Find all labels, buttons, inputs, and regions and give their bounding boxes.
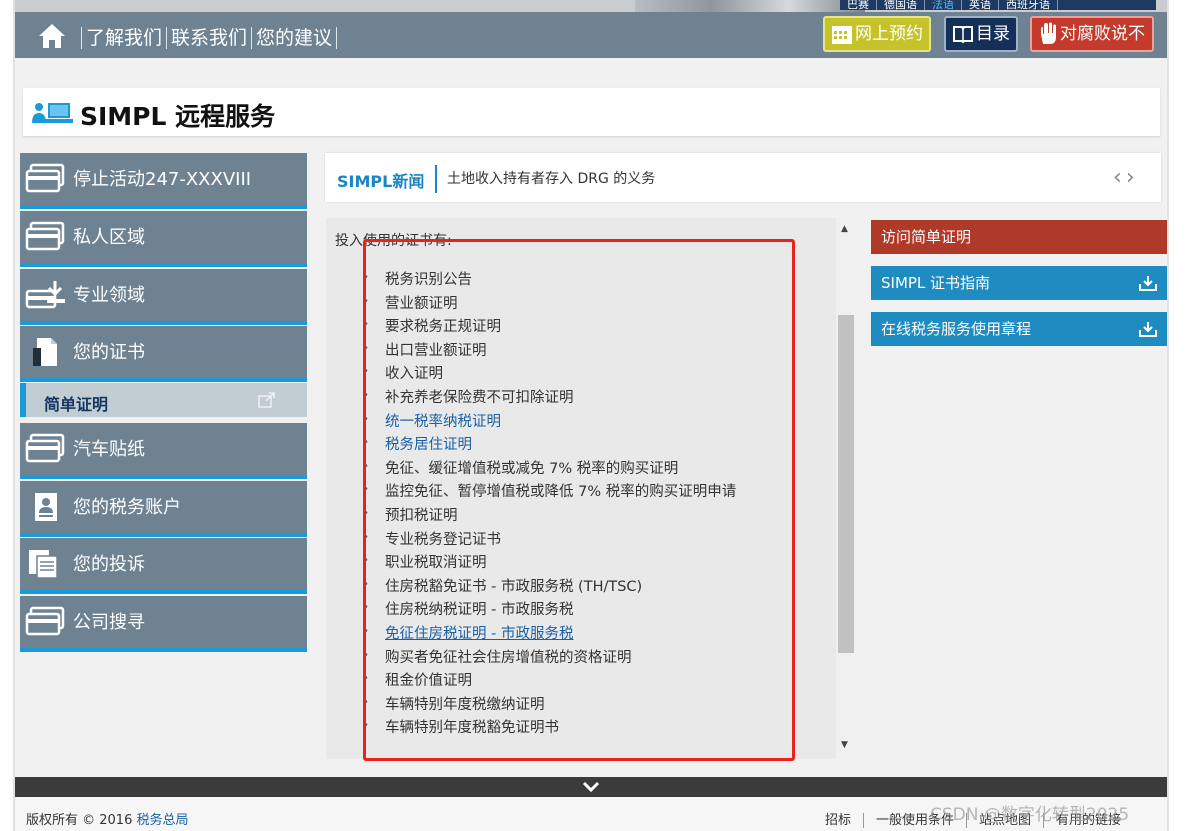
org-link[interactable]: 税务总局	[137, 813, 189, 828]
copyright-text: 版权所有 © 2016	[26, 813, 133, 828]
right-menu-label: SIMPL 证书指南	[881, 274, 991, 292]
sidebar-item-label: 您的税务账户	[73, 497, 181, 518]
page-title: SIMPL 远程服务	[80, 102, 276, 131]
lang-link[interactable]: 德国语	[877, 0, 925, 10]
sidebar-item-company-search[interactable]: 公司搜寻	[20, 596, 307, 652]
directory-label: 目录	[976, 24, 1010, 44]
sidebar-item-professional[interactable]: 专业领域	[20, 269, 307, 325]
active-indicator	[20, 383, 26, 417]
calendar-icon	[832, 26, 852, 44]
scrollbar-thumb[interactable]	[838, 315, 854, 653]
lang-link[interactable]: 巴赛	[840, 0, 877, 10]
sidebar-item-certificates[interactable]: 您的证书	[20, 326, 307, 382]
nav-link-contact[interactable]: 联系我们	[166, 27, 252, 49]
sidebar-item-label: 汽车贴纸	[73, 439, 145, 460]
access-simple-certificate-button[interactable]: 访问简单证明	[871, 220, 1167, 254]
news-ticker: SIMPL新闻 土地收入持有者存入 DRG 的义务 ‹›	[325, 153, 1161, 202]
download-icon	[1139, 322, 1157, 337]
card-icon	[25, 221, 65, 251]
home-icon[interactable]	[37, 22, 67, 50]
card-icon	[25, 163, 65, 193]
footer-link-tenders[interactable]: 招标	[825, 813, 865, 828]
certificate-guide-button[interactable]: SIMPL 证书指南	[871, 266, 1167, 300]
lang-link[interactable]: 英语	[962, 0, 999, 10]
main-nav: 了解我们 联系我们 您的建议 网上预约 目录 对腐败说不	[15, 12, 1167, 58]
scroll-up-icon[interactable]: ▲	[841, 224, 848, 234]
panel-scrollbar[interactable]: ▲ ▼	[836, 218, 856, 759]
card-icon	[25, 433, 65, 463]
sidebar-subitem-simple-certificate[interactable]: 简单证明	[20, 383, 307, 417]
news-divider	[435, 165, 437, 193]
sidebar-item-label: 私人区域	[73, 227, 145, 248]
page-header: SIMPL 远程服务	[23, 88, 1160, 136]
sidebar-item-complaints[interactable]: 您的投诉	[20, 538, 307, 594]
footer-toggle-bar[interactable]	[15, 777, 1167, 797]
watermark: CSDN @数字化转型2025	[930, 805, 1130, 825]
lang-link-active[interactable]: 法语	[925, 0, 962, 10]
anti-corruption-button[interactable]: 对腐败说不	[1030, 16, 1154, 52]
news-title: SIMPL新闻	[337, 172, 425, 191]
sidebar-item-label: 您的证书	[73, 342, 145, 363]
highlight-box	[363, 239, 795, 761]
sidebar-item-label: 停止活动247-XXXVIII	[73, 169, 252, 190]
papers-icon	[29, 550, 58, 579]
language-bar: 巴赛 德国语 法语 英语 西班牙语	[840, 0, 1156, 10]
sidebar-item-label: 专业领域	[73, 285, 145, 306]
lang-link[interactable]: 西班牙语	[999, 0, 1058, 10]
news-nav: ‹›	[1113, 165, 1139, 190]
sidebar-item-label: 您的投诉	[73, 554, 145, 575]
chevron-left-icon[interactable]: ‹	[1113, 165, 1126, 190]
card-icon	[25, 606, 65, 636]
chevron-down-icon[interactable]	[581, 779, 601, 795]
anti-corruption-label: 对腐败说不	[1060, 24, 1145, 44]
sidebar-item-car-sticker[interactable]: 汽车贴纸	[20, 423, 307, 479]
download-tray-icon	[25, 281, 65, 309]
download-icon	[1139, 276, 1157, 291]
sidebar-item-tax-account[interactable]: 您的税务账户	[20, 481, 307, 537]
remote-service-icon	[32, 103, 73, 123]
document-icon	[33, 338, 57, 366]
right-menu-label: 在线税务服务使用章程	[881, 320, 1032, 338]
id-card-icon	[35, 493, 57, 521]
copyright: 版权所有 © 2016 税务总局	[26, 809, 189, 828]
sidebar-item-label: 公司搜寻	[73, 612, 145, 633]
nav-link-about[interactable]: 了解我们	[81, 27, 167, 49]
online-appointment-button[interactable]: 网上预约	[823, 16, 931, 52]
scroll-down-icon[interactable]: ▼	[841, 740, 848, 750]
sidebar-item-private-area[interactable]: 私人区域	[20, 211, 307, 267]
book-icon	[953, 26, 973, 44]
directory-button[interactable]: 目录	[944, 16, 1018, 52]
nav-link-suggestions[interactable]: 您的建议	[251, 27, 338, 49]
banner-image	[635, 0, 865, 12]
online-tax-charter-button[interactable]: 在线税务服务使用章程	[871, 312, 1167, 346]
chevron-right-icon[interactable]: ›	[1126, 165, 1139, 190]
news-headline[interactable]: 土地收入持有者存入 DRG 的义务	[447, 168, 655, 188]
online-appointment-label: 网上预约	[855, 24, 923, 44]
external-link-icon	[258, 392, 275, 408]
hand-stop-icon	[1041, 22, 1056, 44]
sidebar-subitem-label: 简单证明	[44, 395, 109, 414]
right-menu-label: 访问简单证明	[881, 228, 972, 246]
nav-links: 了解我们 联系我们 您的建议	[81, 23, 338, 50]
sidebar-item-stop-activity[interactable]: 停止活动247-XXXVIII	[20, 153, 307, 209]
